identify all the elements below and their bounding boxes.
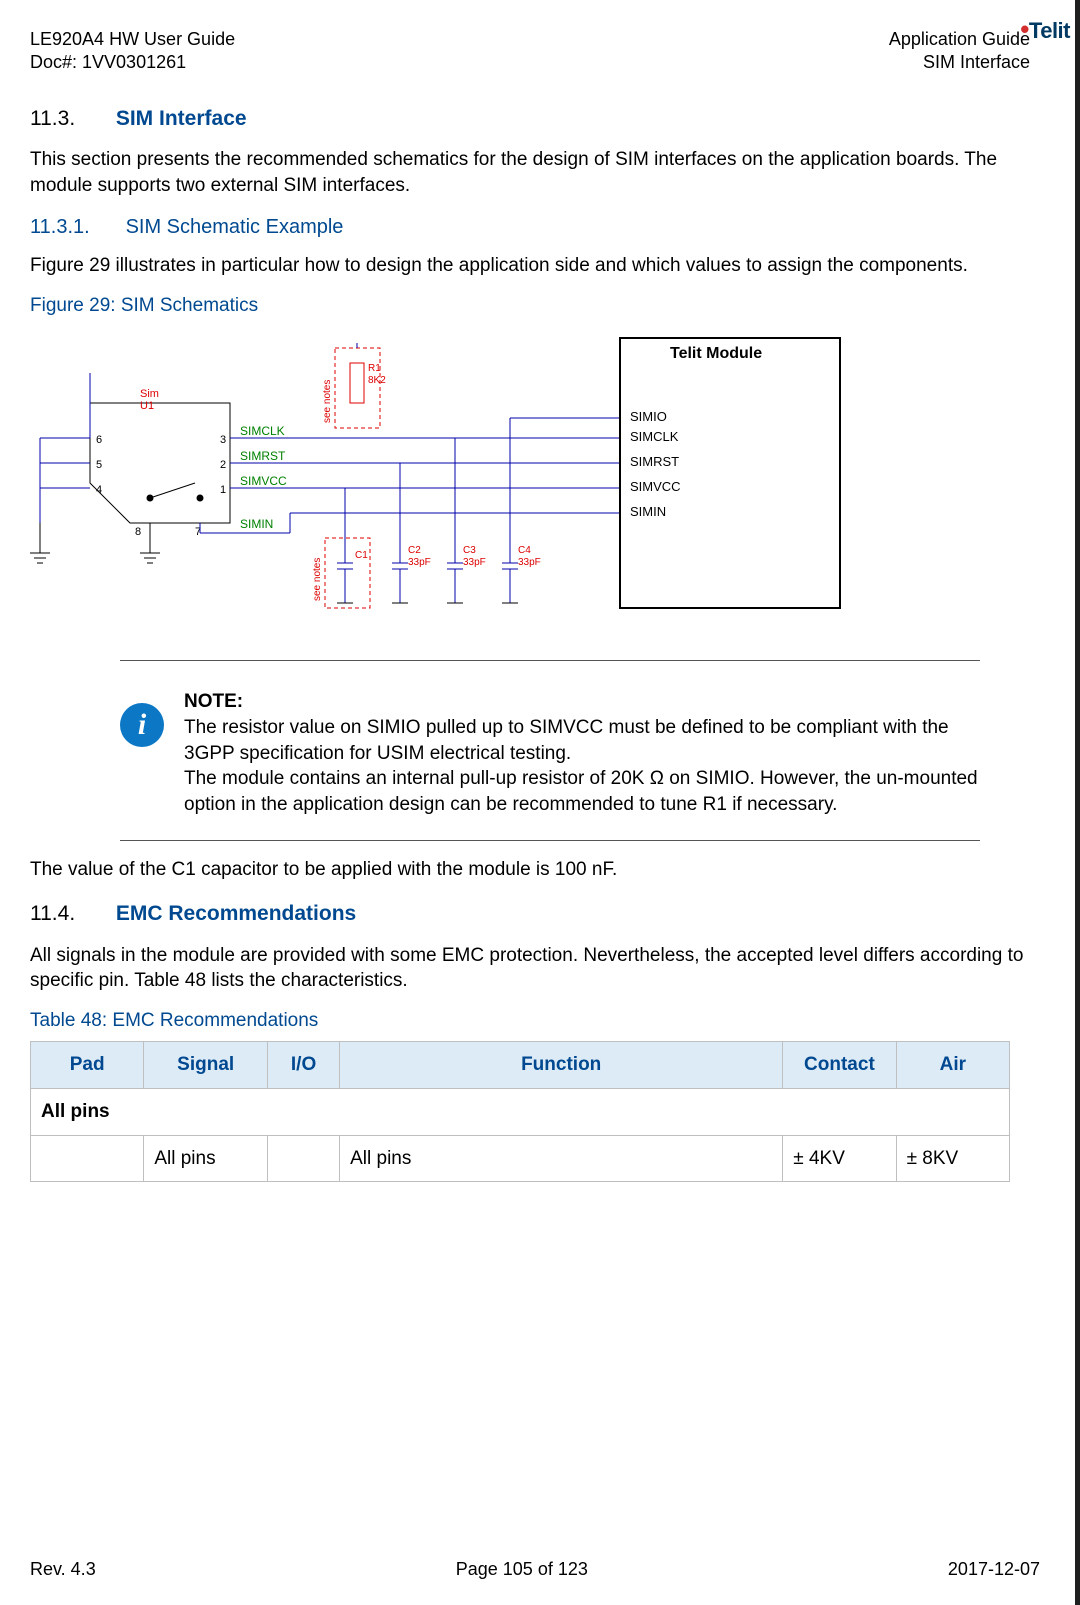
mod-pin-simrst: SIMRST xyxy=(630,454,679,469)
wire-simvcc: SIMVCC xyxy=(240,474,287,488)
wire-simrst: SIMRST xyxy=(240,449,286,463)
brand-logo-text: Telit xyxy=(1029,18,1070,43)
svg-text:33pF: 33pF xyxy=(518,557,541,568)
r1-ref: R1 xyxy=(368,363,381,374)
th-signal: Signal xyxy=(144,1042,268,1089)
cap-c2: C233pF xyxy=(392,463,431,603)
cell-pad xyxy=(31,1135,144,1182)
sim-schematic-diagram: Sim U1 6 5 4 3 2 1 8 7 SIMCLK SIMRST SIM… xyxy=(30,333,850,633)
see-notes-2: see notes xyxy=(312,557,323,600)
note-body-1: The resistor value on SIMIO pulled up to… xyxy=(184,717,949,764)
svg-text:C4: C4 xyxy=(518,545,531,556)
cap-c4: C433pF xyxy=(502,418,541,603)
note-label: NOTE: xyxy=(184,691,243,712)
pin-3: 3 xyxy=(220,434,226,446)
footer-date: 2017-12-07 xyxy=(948,1557,1040,1581)
wire-simclk: SIMCLK xyxy=(240,424,285,438)
subsection-11-3-1-para: Figure 29 illustrates in particular how … xyxy=(30,253,1040,279)
section-number: 11.3. xyxy=(30,105,110,133)
svg-text:33pF: 33pF xyxy=(463,557,486,568)
c1-value-line: The value of the C1 capacitor to be appl… xyxy=(30,857,1040,883)
pin-6: 6 xyxy=(96,434,102,446)
page-footer: Rev. 4.3 Page 105 of 123 2017-12-07 xyxy=(30,1557,1040,1581)
sim-label: Sim xyxy=(140,388,159,400)
subsection-number: 11.3.1. xyxy=(30,214,120,241)
page-header: LE920A4 HW User Guide Doc#: 1VV0301261 A… xyxy=(30,28,1040,75)
section-title: EMC Recommendations xyxy=(116,902,356,925)
th-io: I/O xyxy=(268,1042,340,1089)
cap-c1: C1 xyxy=(337,488,368,603)
pin-1: 1 xyxy=(220,484,226,496)
cell-contact: ± 4KV xyxy=(783,1135,896,1182)
header-section: SIM Interface xyxy=(889,51,1030,74)
table-48-caption: Table 48: EMC Recommendations xyxy=(30,1008,1040,1034)
mod-pin-simin: SIMIN xyxy=(630,504,666,519)
section-11-4-heading: 11.4. EMC Recommendations xyxy=(30,900,1040,928)
subsection-11-3-1-heading: 11.3.1. SIM Schematic Example xyxy=(30,214,1040,241)
sim-ref: U1 xyxy=(140,400,154,412)
footer-page: Page 105 of 123 xyxy=(456,1557,588,1581)
subsection-title: SIM Schematic Example xyxy=(126,216,344,238)
header-app-guide: Application Guide xyxy=(889,28,1030,51)
group-all-pins: All pins xyxy=(31,1089,1010,1136)
section-number: 11.4. xyxy=(30,900,110,928)
cell-signal: All pins xyxy=(144,1135,268,1182)
cell-io xyxy=(268,1135,340,1182)
svg-text:C1: C1 xyxy=(355,550,368,561)
note-block: i NOTE: The resistor value on SIMIO pull… xyxy=(120,660,980,840)
th-contact: Contact xyxy=(783,1042,896,1089)
th-function: Function xyxy=(340,1042,783,1089)
th-pad: Pad xyxy=(31,1042,144,1089)
pin-2: 2 xyxy=(220,459,226,471)
r1-val: 8K2 xyxy=(368,375,386,386)
svg-text:C2: C2 xyxy=(408,545,421,556)
section-title: SIM Interface xyxy=(116,107,247,130)
pin-5: 5 xyxy=(96,459,102,471)
section-11-3-para: This section presents the recommended sc… xyxy=(30,147,1040,198)
header-title: LE920A4 HW User Guide xyxy=(30,28,235,51)
mod-pin-simclk: SIMCLK xyxy=(630,429,679,444)
table-group-row: All pins xyxy=(31,1089,1010,1136)
table-row: All pins All pins ± 4KV ± 8KV xyxy=(31,1135,1010,1182)
svg-text:C3: C3 xyxy=(463,545,476,556)
th-air: Air xyxy=(896,1042,1009,1089)
table-header-row: Pad Signal I/O Function Contact Air xyxy=(31,1042,1010,1089)
info-icon: i xyxy=(120,703,164,747)
emc-table: Pad Signal I/O Function Contact Air All … xyxy=(30,1041,1010,1182)
module-title: Telit Module xyxy=(670,345,762,362)
wire-simin: SIMIN xyxy=(240,517,273,531)
section-11-4-para: All signals in the module are provided w… xyxy=(30,943,1040,994)
footer-rev: Rev. 4.3 xyxy=(30,1557,96,1581)
svg-text:33pF: 33pF xyxy=(408,557,431,568)
page-right-border xyxy=(1075,0,1080,1605)
mod-pin-simvcc: SIMVCC xyxy=(630,479,681,494)
cell-function: All pins xyxy=(340,1135,783,1182)
cell-air: ± 8KV xyxy=(896,1135,1009,1182)
brand-logo: •Telit xyxy=(1020,12,1070,47)
note-body-2: The module contains an internal pull-up … xyxy=(184,768,978,815)
pin-4: 4 xyxy=(96,484,102,496)
mod-pin-simio: SIMIO xyxy=(630,409,667,424)
pin-8: 8 xyxy=(135,526,141,538)
header-docnum: Doc#: 1VV0301261 xyxy=(30,51,235,74)
figure-29-caption: Figure 29: SIM Schematics xyxy=(30,293,1040,319)
see-notes-1: see notes xyxy=(322,379,333,422)
section-11-3-heading: 11.3. SIM Interface xyxy=(30,105,1040,133)
